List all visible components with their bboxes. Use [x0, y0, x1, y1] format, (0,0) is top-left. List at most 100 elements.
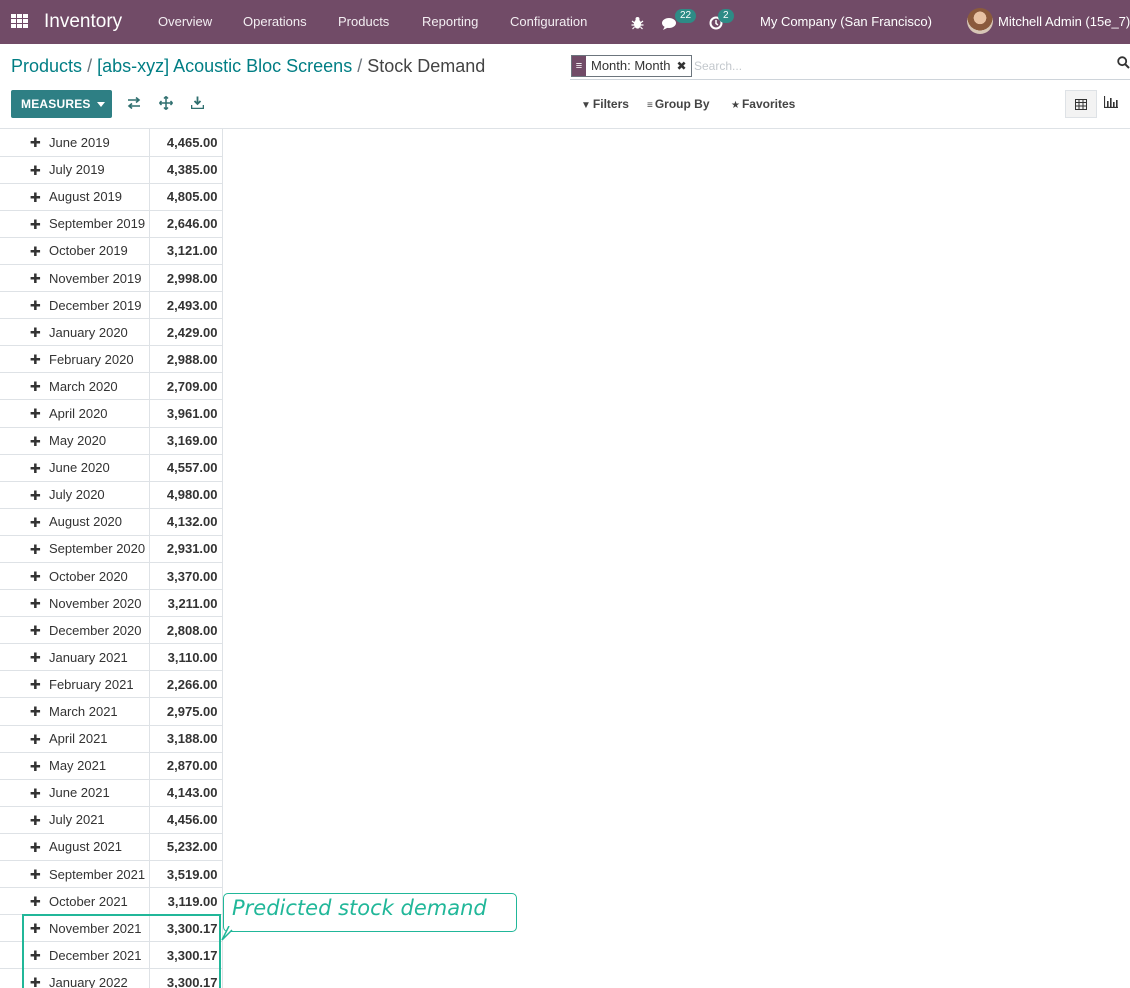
- expand-plus-icon[interactable]: ✚: [30, 135, 41, 151]
- row-header[interactable]: ✚ November 2019: [0, 264, 150, 293]
- measure-cell[interactable]: 2,998.00: [148, 264, 223, 293]
- filters-toggle[interactable]: ▼ Filters: [581, 97, 629, 111]
- expand-plus-icon[interactable]: ✚: [30, 677, 41, 693]
- measure-cell[interactable]: 2,988.00: [148, 345, 223, 374]
- expand-plus-icon[interactable]: ✚: [30, 217, 41, 233]
- expand-plus-icon[interactable]: ✚: [30, 379, 41, 395]
- row-header[interactable]: ✚ March 2020: [0, 372, 150, 401]
- row-header[interactable]: ✚ May 2020: [0, 427, 150, 455]
- expand-plus-icon[interactable]: ✚: [30, 461, 41, 477]
- favorites-toggle[interactable]: ★ Favorites: [731, 97, 795, 111]
- row-header[interactable]: ✚ February 2021: [0, 670, 150, 699]
- expand-plus-icon[interactable]: ✚: [30, 894, 41, 910]
- measure-cell[interactable]: 2,646.00: [148, 210, 223, 238]
- measure-cell[interactable]: 4,805.00: [148, 183, 223, 211]
- measure-cell[interactable]: 4,456.00: [148, 806, 223, 834]
- expand-plus-icon[interactable]: ✚: [30, 786, 41, 802]
- user-menu[interactable]: Mitchell Admin (15e_7): [998, 0, 1130, 44]
- apps-menu-icon[interactable]: [11, 0, 29, 44]
- avatar[interactable]: [967, 8, 993, 34]
- expand-plus-icon[interactable]: ✚: [30, 704, 41, 720]
- row-header[interactable]: ✚ October 2021: [0, 887, 150, 916]
- expand-plus-icon[interactable]: ✚: [30, 515, 41, 531]
- row-header[interactable]: ✚ June 2021: [0, 779, 150, 807]
- expand-plus-icon[interactable]: ✚: [30, 867, 41, 883]
- row-header[interactable]: ✚ January 2020: [0, 318, 150, 347]
- row-header[interactable]: ✚ October 2020: [0, 562, 150, 591]
- measure-cell[interactable]: 3,519.00: [148, 860, 223, 889]
- menu-overview[interactable]: Overview: [158, 0, 212, 44]
- expand-plus-icon[interactable]: ✚: [30, 434, 41, 450]
- expand-plus-icon[interactable]: ✚: [30, 813, 41, 829]
- row-header[interactable]: ✚ May 2021: [0, 752, 150, 780]
- row-header[interactable]: ✚ June 2019: [0, 129, 150, 157]
- measure-cell[interactable]: 2,931.00: [148, 535, 223, 564]
- expand-plus-icon[interactable]: ✚: [30, 623, 41, 639]
- breadcrumb-products[interactable]: Products: [11, 56, 82, 76]
- expand-plus-icon[interactable]: ✚: [30, 352, 41, 368]
- menu-reporting[interactable]: Reporting: [422, 0, 478, 44]
- expand-plus-icon[interactable]: ✚: [30, 406, 41, 422]
- row-header[interactable]: ✚ September 2021: [0, 860, 150, 889]
- row-header[interactable]: ✚ July 2020: [0, 481, 150, 509]
- measure-cell[interactable]: 4,557.00: [148, 454, 223, 482]
- measure-cell[interactable]: 2,808.00: [148, 616, 223, 645]
- menu-operations[interactable]: Operations: [243, 0, 307, 44]
- bar-chart-icon[interactable]: [1103, 96, 1118, 111]
- measure-cell[interactable]: 3,119.00: [148, 887, 223, 916]
- row-header[interactable]: ✚ June 2020: [0, 454, 150, 482]
- measure-cell[interactable]: 3,169.00: [148, 427, 223, 455]
- measure-cell[interactable]: 4,132.00: [148, 508, 223, 536]
- row-header[interactable]: ✚ August 2021: [0, 833, 150, 862]
- row-header[interactable]: ✚ November 2020: [0, 589, 150, 618]
- expand-all-icon[interactable]: [158, 95, 174, 113]
- expand-plus-icon[interactable]: ✚: [30, 488, 41, 504]
- row-header[interactable]: ✚ September 2019: [0, 210, 150, 238]
- measure-cell[interactable]: 2,493.00: [148, 291, 223, 320]
- search-input[interactable]: [694, 56, 1104, 76]
- row-header[interactable]: ✚ April 2021: [0, 725, 150, 753]
- measure-cell[interactable]: 2,709.00: [148, 372, 223, 401]
- row-header[interactable]: ✚ January 2021: [0, 643, 150, 672]
- close-icon[interactable]: ✖: [677, 56, 691, 76]
- app-brand[interactable]: Inventory: [44, 0, 122, 44]
- measure-cell[interactable]: 3,211.00: [148, 589, 223, 618]
- expand-plus-icon[interactable]: ✚: [30, 271, 41, 287]
- expand-plus-icon[interactable]: ✚: [30, 732, 41, 748]
- measure-cell[interactable]: 3,961.00: [148, 399, 223, 428]
- expand-plus-icon[interactable]: ✚: [30, 244, 41, 260]
- breadcrumb-product[interactable]: [abs-xyz] Acoustic Bloc Screens: [97, 56, 352, 76]
- expand-plus-icon[interactable]: ✚: [30, 840, 41, 856]
- pivot-view-button[interactable]: [1065, 90, 1097, 118]
- menu-products[interactable]: Products: [338, 0, 389, 44]
- measure-cell[interactable]: 2,429.00: [148, 318, 223, 347]
- row-header[interactable]: ✚ August 2019: [0, 183, 150, 211]
- measure-cell[interactable]: 3,121.00: [148, 237, 223, 265]
- measure-cell[interactable]: 4,143.00: [148, 779, 223, 807]
- expand-plus-icon[interactable]: ✚: [30, 325, 41, 341]
- search-facet[interactable]: ≡ Month: Month ✖: [571, 55, 692, 77]
- expand-plus-icon[interactable]: ✚: [30, 650, 41, 666]
- measure-cell[interactable]: 4,465.00: [148, 129, 223, 157]
- row-header[interactable]: ✚ December 2019: [0, 291, 150, 320]
- expand-plus-icon[interactable]: ✚: [30, 569, 41, 585]
- measure-cell[interactable]: 4,385.00: [148, 156, 223, 184]
- search-icon[interactable]: [1117, 56, 1130, 72]
- row-header[interactable]: ✚ July 2021: [0, 806, 150, 834]
- measure-cell[interactable]: 2,266.00: [148, 670, 223, 699]
- chat-icon[interactable]: [662, 0, 678, 44]
- expand-plus-icon[interactable]: ✚: [30, 542, 41, 558]
- row-header[interactable]: ✚ December 2020: [0, 616, 150, 645]
- row-header[interactable]: ✚ February 2020: [0, 345, 150, 374]
- row-header[interactable]: ✚ September 2020: [0, 535, 150, 564]
- expand-plus-icon[interactable]: ✚: [30, 163, 41, 179]
- expand-plus-icon[interactable]: ✚: [30, 298, 41, 314]
- menu-configuration[interactable]: Configuration: [510, 0, 587, 44]
- group-by-toggle[interactable]: ≡ Group By: [647, 97, 710, 111]
- measure-cell[interactable]: 2,975.00: [148, 697, 223, 726]
- flip-axis-icon[interactable]: [127, 96, 141, 112]
- expand-plus-icon[interactable]: ✚: [30, 190, 41, 206]
- bug-icon[interactable]: [631, 0, 644, 44]
- measure-cell[interactable]: 5,232.00: [148, 833, 223, 862]
- row-header[interactable]: ✚ July 2019: [0, 156, 150, 184]
